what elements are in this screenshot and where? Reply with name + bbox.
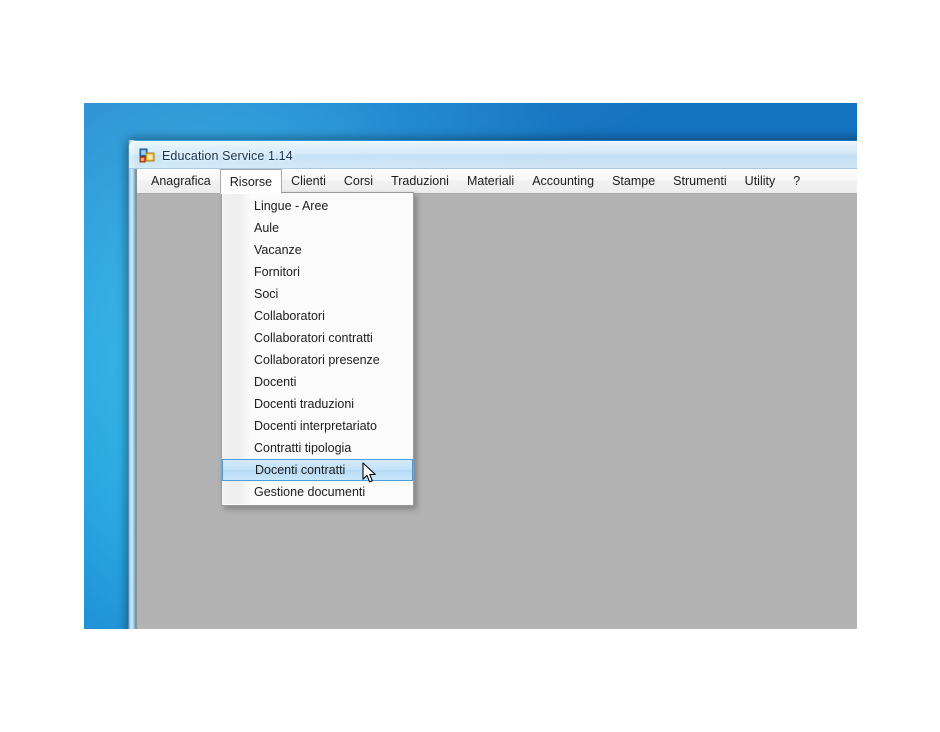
menu-help[interactable]: ? xyxy=(784,169,809,193)
menu-item-docenti-contratti-label: Docenti contratti xyxy=(255,463,346,477)
menu-strumenti[interactable]: Strumenti xyxy=(664,169,736,193)
menu-risorse-label: Risorse xyxy=(229,174,273,189)
menu-corsi[interactable]: Corsi xyxy=(335,169,382,193)
crop-mat-bottom xyxy=(0,629,940,732)
menu-item-contratti-tipologia[interactable]: Contratti tipologia xyxy=(222,437,413,459)
menu-anagrafica[interactable]: Anagrafica xyxy=(142,169,220,193)
window-glass-border-left xyxy=(128,140,136,635)
menu-materiali-label: Materiali xyxy=(466,174,515,188)
menu-item-lingue-aree-label: Lingue - Aree xyxy=(254,199,329,213)
menu-stampe[interactable]: Stampe xyxy=(603,169,664,193)
menu-item-contratti-tipologia-label: Contratti tipologia xyxy=(254,441,352,455)
menu-item-docenti-interpretariato-label: Docenti interpretariato xyxy=(254,419,377,433)
menu-strumenti-label: Strumenti xyxy=(673,174,727,188)
menu-item-vacanze-label: Vacanze xyxy=(254,243,302,257)
menu-bar: Anagrafica Risorse Clienti Corsi Traduzi… xyxy=(137,169,888,506)
menu-clienti[interactable]: Clienti xyxy=(282,169,335,193)
menu-item-docenti-interpretariato[interactable]: Docenti interpretariato xyxy=(222,415,413,437)
menu-corsi-label: Corsi xyxy=(343,174,374,188)
menu-item-fornitori-label: Fornitori xyxy=(254,265,300,279)
menu-clienti-label: Clienti xyxy=(291,174,326,188)
menu-item-collaboratori-contratti-label: Collaboratori contratti xyxy=(254,331,373,345)
menu-item-docenti-traduzioni[interactable]: Docenti traduzioni xyxy=(222,393,413,415)
window-border-outer-edge xyxy=(128,140,129,635)
menu-item-docenti-traduzioni-label: Docenti traduzioni xyxy=(254,397,355,411)
menu-item-collaboratori-contratti[interactable]: Collaboratori contratti xyxy=(222,327,413,349)
crop-mat-right xyxy=(857,0,940,732)
application-window: Education Service 1.14 Anagrafica Risors… xyxy=(128,140,888,635)
crop-mat-left xyxy=(0,0,84,732)
menu-utility[interactable]: Utility xyxy=(736,169,785,193)
menu-item-gestione-documenti-label: Gestione documenti xyxy=(254,485,366,499)
crop-mat-top xyxy=(0,0,940,103)
menu-item-collaboratori[interactable]: Collaboratori xyxy=(222,305,413,327)
menu-stampe-label: Stampe xyxy=(612,174,656,188)
menu-materiali[interactable]: Materiali xyxy=(458,169,523,193)
menu-accounting[interactable]: Accounting xyxy=(523,169,603,193)
menu-item-collaboratori-presenze-label: Collaboratori presenze xyxy=(254,353,380,367)
menu-item-gestione-documenti[interactable]: Gestione documenti xyxy=(222,481,413,503)
window-title: Education Service 1.14 xyxy=(162,148,293,163)
menu-item-lingue-aree[interactable]: Lingue - Aree xyxy=(222,195,413,217)
dropdown-menu-risorse: Lingue - Aree Aule Vacanze Fornitori Soc… xyxy=(221,192,414,506)
menu-item-aule-label: Aule xyxy=(254,221,280,235)
menu-item-docenti[interactable]: Docenti xyxy=(222,371,413,393)
menu-item-fornitori[interactable]: Fornitori xyxy=(222,261,413,283)
menu-anagrafica-label: Anagrafica xyxy=(151,174,211,188)
menu-risorse[interactable]: Risorse xyxy=(219,169,283,194)
menu-item-soci[interactable]: Soci xyxy=(222,283,413,305)
menu-accounting-label: Accounting xyxy=(532,174,595,188)
menu-item-collaboratori-label: Collaboratori xyxy=(254,309,325,323)
title-bar[interactable]: Education Service 1.14 xyxy=(129,141,888,169)
menu-help-label: ? xyxy=(793,174,801,188)
menu-item-vacanze[interactable]: Vacanze xyxy=(222,239,413,261)
menu-item-soci-label: Soci xyxy=(254,287,279,301)
menu-traduzioni-label: Traduzioni xyxy=(391,174,449,188)
menu-traduzioni[interactable]: Traduzioni xyxy=(382,169,458,193)
menu-item-docenti-contratti[interactable]: Docenti contratti xyxy=(222,459,413,481)
menu-item-docenti-label: Docenti xyxy=(254,375,297,389)
window-client-area: Anagrafica Risorse Clienti Corsi Traduzi… xyxy=(136,169,888,635)
menu-item-collaboratori-presenze[interactable]: Collaboratori presenze xyxy=(222,349,413,371)
app-vb-icon xyxy=(139,148,155,164)
menu-utility-label: Utility xyxy=(744,174,776,188)
menu-item-aule[interactable]: Aule xyxy=(222,217,413,239)
